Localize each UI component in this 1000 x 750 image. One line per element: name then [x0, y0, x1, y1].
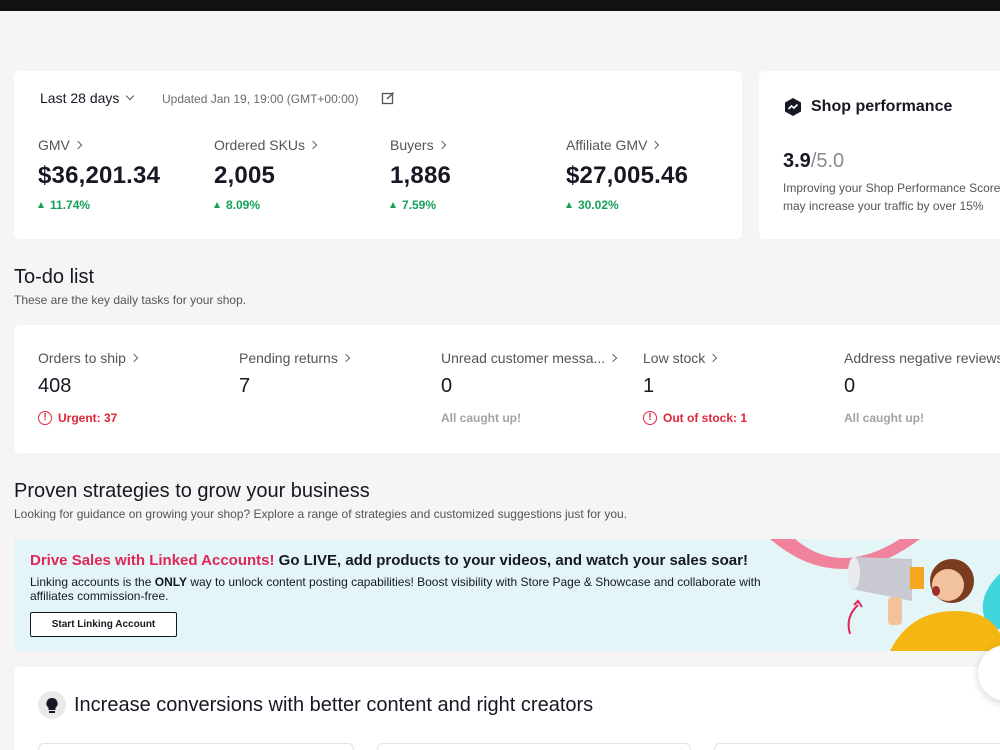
metric-delta: 8.09%: [214, 198, 316, 212]
chevron-right-icon: [651, 140, 660, 150]
arrow-up-icon: [214, 202, 220, 208]
alert-icon: !: [38, 411, 52, 425]
conversions-card: Increase conversions with better content…: [14, 667, 1000, 750]
performance-description: Improving your Shop Performance Score ma…: [783, 181, 1000, 213]
banner-headline-text: Go LIVE, add products to your videos, an…: [274, 552, 748, 569]
shop-performance-card[interactable]: Shop performance 3.9/5.0 Improving your …: [759, 71, 1000, 239]
chevron-right-icon: [308, 140, 318, 150]
banner-highlight: Drive Sales with Linked Accounts!: [30, 552, 275, 569]
metric-delta-value: 11.74%: [50, 198, 91, 212]
score-value: 3.9: [783, 150, 811, 172]
metric-label: Buyers: [390, 137, 434, 153]
metric-delta-value: 8.09%: [226, 198, 261, 212]
todo-value: 1: [643, 375, 655, 397]
chevron-right-icon: [608, 353, 618, 363]
strategies-subtitle: Looking for guidance on growing your sho…: [14, 507, 628, 521]
todo-value: 7: [239, 375, 251, 397]
chevron-right-icon: [437, 140, 446, 150]
metric-value: 2,005: [214, 162, 276, 189]
todo-label: Pending returns: [239, 350, 338, 366]
date-range-label: Last 28 days: [40, 90, 120, 106]
creator-card[interactable]: [377, 743, 691, 750]
todo-negative-reviews[interactable]: Address negative reviews 0 All caught up…: [844, 350, 1000, 425]
todo-value: 0: [441, 375, 453, 397]
todo-unread-messages[interactable]: Unread customer messa... 0 All caught up…: [441, 350, 618, 425]
edit-icon[interactable]: [381, 91, 395, 105]
arrow-up-icon: [566, 202, 572, 208]
metric-value: 1,886: [390, 162, 452, 189]
metric-label: GMV: [38, 137, 70, 153]
metric-delta-value: 30.02%: [578, 198, 619, 212]
todo-note: Out of stock: 1: [663, 411, 748, 425]
updated-timestamp: Updated Jan 19, 19:00 (GMT+00:00): [162, 92, 359, 106]
creator-card[interactable]: [38, 743, 354, 750]
alert-icon: !: [643, 411, 657, 425]
todo-value: 408: [38, 375, 72, 397]
top-bar: [0, 0, 1000, 11]
chevron-right-icon: [709, 353, 718, 363]
todo-label: Address negative reviews: [844, 350, 1000, 366]
date-range-dropdown[interactable]: Last 28 days: [40, 90, 135, 106]
todo-value: 0: [844, 375, 856, 397]
performance-hexagon-icon: [785, 98, 801, 116]
score-max: /5.0: [810, 150, 845, 172]
lightbulb-icon: [38, 691, 66, 719]
linked-accounts-banner[interactable]: Drive Sales with Linked Accounts! Go LIV…: [14, 539, 1000, 651]
shop-performance-title: Shop performance: [811, 98, 953, 115]
banner-illustration: [770, 539, 1000, 651]
todo-label: Unread customer messa...: [441, 350, 606, 366]
banner-body-pre: Linking accounts is the: [30, 575, 155, 589]
metric-delta: 7.59%: [390, 198, 451, 212]
metric-ordered-skus[interactable]: Ordered SKUs 2,005 8.09%: [214, 137, 318, 212]
metric-label: Ordered SKUs: [214, 137, 306, 153]
banner-body: Linking accounts is the ONLY way to unlo…: [30, 575, 790, 603]
strategies-title: Proven strategies to grow your business: [14, 480, 370, 502]
chevron-right-icon: [129, 353, 139, 363]
todo-subtitle: These are the key daily tasks for your s…: [14, 293, 247, 307]
metric-affiliate-gmv[interactable]: Affiliate GMV $27,005.46 30.02%: [566, 137, 688, 212]
conversions-title: Increase conversions with better content…: [74, 694, 594, 716]
todo-low-stock[interactable]: Low stock 1 ! Out of stock: 1: [643, 350, 747, 425]
todo-orders-to-ship[interactable]: Orders to ship 408 ! Urgent: 37: [38, 350, 139, 425]
todo-label: Orders to ship: [38, 350, 126, 366]
todo-note: All caught up!: [441, 411, 521, 425]
banner-body-bold: ONLY: [154, 575, 187, 589]
start-linking-account-button[interactable]: Start Linking Account: [30, 612, 177, 637]
performance-score: 3.9/5.0: [783, 150, 844, 173]
arrow-up-icon: [390, 202, 396, 208]
metric-value: $36,201.34: [38, 162, 161, 189]
metric-value: $27,005.46: [566, 162, 689, 189]
metric-delta: 30.02%: [566, 198, 688, 212]
metrics-card: Last 28 days Updated Jan 19, 19:00 (GMT+…: [14, 71, 742, 239]
banner-headline: Drive Sales with Linked Accounts! Go LIV…: [30, 552, 748, 569]
metric-delta: 11.74%: [38, 198, 160, 212]
chevron-down-icon: [126, 91, 135, 101]
arrow-up-icon: [38, 202, 44, 208]
metric-delta-value: 7.59%: [402, 198, 437, 212]
todo-pending-returns[interactable]: Pending returns 7: [239, 350, 351, 398]
metric-gmv[interactable]: GMV $36,201.34 11.74%: [38, 137, 160, 212]
creator-card[interactable]: [714, 743, 1000, 750]
metric-buyers[interactable]: Buyers 1,886 7.59%: [390, 137, 451, 212]
chevron-right-icon: [341, 353, 351, 363]
metric-label: Affiliate GMV: [566, 137, 648, 153]
todo-card: Orders to ship 408 ! Urgent: 37 Pending r…: [14, 325, 1000, 453]
todo-title: To-do list: [14, 266, 95, 288]
todo-note: Urgent: 37: [58, 411, 118, 425]
todo-note: All caught up!: [844, 411, 924, 425]
chevron-right-icon: [73, 140, 83, 150]
todo-label: Low stock: [643, 350, 706, 366]
